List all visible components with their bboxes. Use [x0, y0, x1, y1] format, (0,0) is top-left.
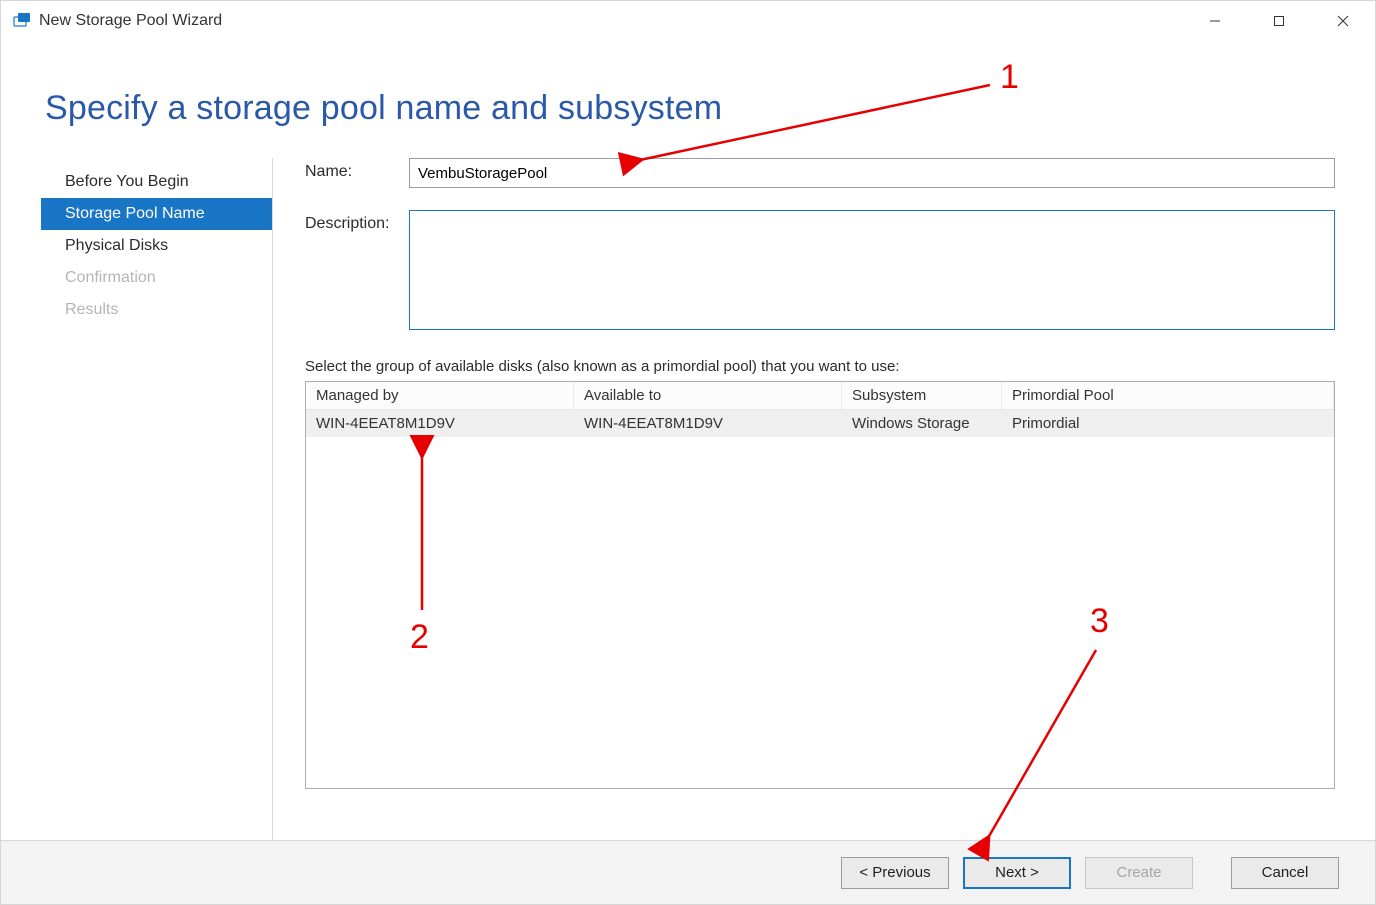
name-input[interactable] — [409, 158, 1335, 188]
wizard-window: New Storage Pool Wizard Specify a storag… — [0, 0, 1376, 905]
description-row: Description: — [305, 210, 1335, 330]
close-icon — [1337, 15, 1349, 27]
description-label: Description: — [305, 210, 409, 233]
cell-primordial-pool: Primordial — [1002, 410, 1334, 437]
description-input[interactable] — [409, 210, 1335, 330]
create-button: Create — [1085, 857, 1193, 889]
wizard-footer: < Previous Next > Create Cancel — [1, 840, 1375, 904]
cell-available-to: WIN-4EEAT8M1D9V — [574, 410, 842, 437]
page-title: Specify a storage pool name and subsyste… — [45, 89, 1335, 128]
column-available-to[interactable]: Available to — [574, 382, 842, 409]
titlebar: New Storage Pool Wizard — [1, 1, 1375, 41]
sidebar-item-confirmation: Confirmation — [41, 262, 272, 294]
cancel-button[interactable]: Cancel — [1231, 857, 1339, 889]
disk-group-grid[interactable]: Managed by Available to Subsystem Primor… — [305, 381, 1335, 789]
minimize-icon — [1209, 15, 1221, 27]
grid-body: WIN-4EEAT8M1D9V WIN-4EEAT8M1D9V Windows … — [306, 410, 1334, 788]
grid-header: Managed by Available to Subsystem Primor… — [306, 382, 1334, 410]
maximize-icon — [1273, 15, 1285, 27]
content-row: Before You Begin Storage Pool Name Physi… — [41, 158, 1335, 840]
name-label: Name: — [305, 158, 409, 181]
sidebar-item-storage-pool-name[interactable]: Storage Pool Name — [41, 198, 272, 230]
name-row: Name: — [305, 158, 1335, 188]
minimize-button[interactable] — [1183, 1, 1247, 41]
app-icon — [13, 12, 31, 30]
column-subsystem[interactable]: Subsystem — [842, 382, 1002, 409]
window-title: New Storage Pool Wizard — [39, 12, 222, 30]
grid-row[interactable]: WIN-4EEAT8M1D9V WIN-4EEAT8M1D9V Windows … — [306, 410, 1334, 437]
next-button[interactable]: Next > — [963, 857, 1071, 889]
cell-managed-by: WIN-4EEAT8M1D9V — [306, 410, 574, 437]
cell-subsystem: Windows Storage — [842, 410, 1002, 437]
close-button[interactable] — [1311, 1, 1375, 41]
wizard-sidebar: Before You Begin Storage Pool Name Physi… — [41, 158, 273, 840]
sidebar-item-before-you-begin[interactable]: Before You Begin — [41, 166, 272, 198]
column-managed-by[interactable]: Managed by — [306, 382, 574, 409]
window-controls — [1183, 1, 1375, 41]
maximize-button[interactable] — [1247, 1, 1311, 41]
previous-button[interactable]: < Previous — [841, 857, 949, 889]
column-primordial-pool[interactable]: Primordial Pool — [1002, 382, 1334, 409]
wizard-body: Specify a storage pool name and subsyste… — [1, 41, 1375, 840]
pool-instruction: Select the group of available disks (als… — [305, 358, 1335, 375]
sidebar-item-physical-disks[interactable]: Physical Disks — [41, 230, 272, 262]
form-area: Name: Description: Select the group of a… — [305, 158, 1335, 840]
sidebar-item-results: Results — [41, 294, 272, 326]
